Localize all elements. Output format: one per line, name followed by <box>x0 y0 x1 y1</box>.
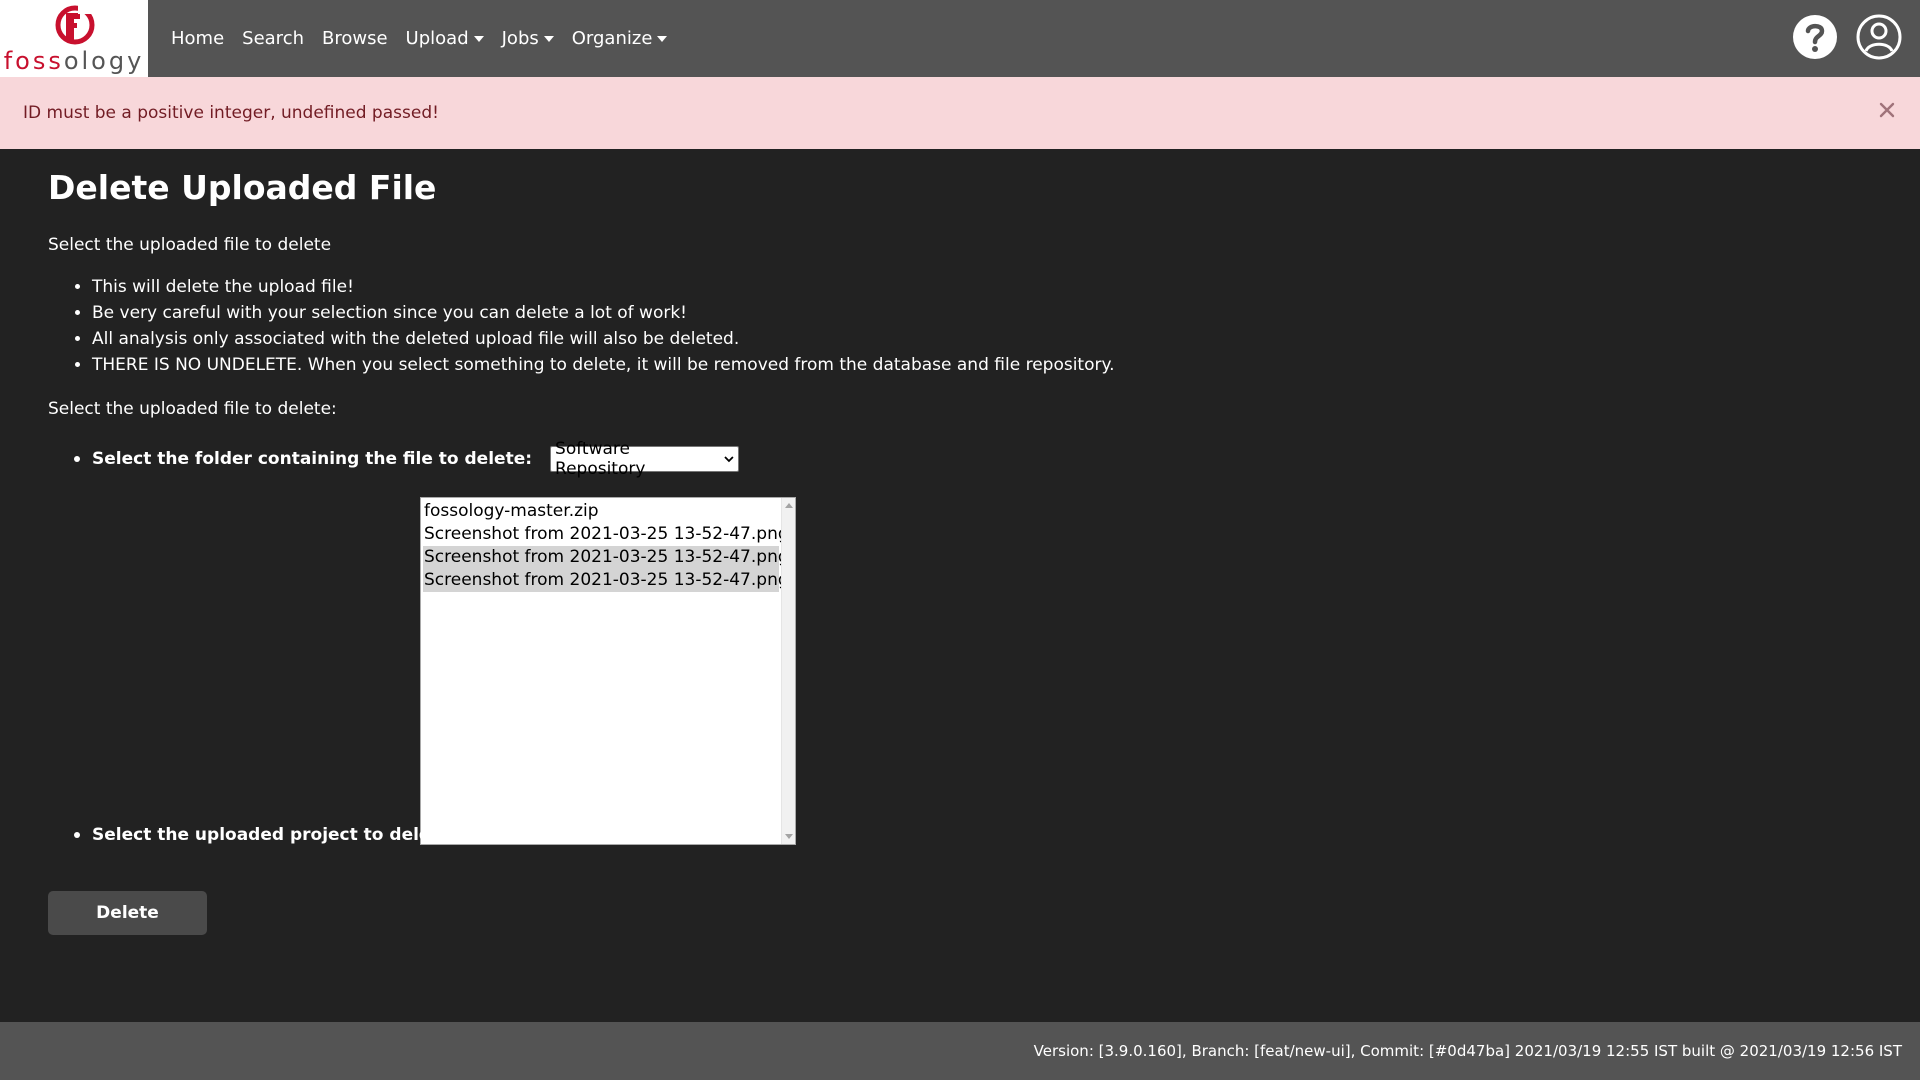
caret-down-icon <box>543 35 554 42</box>
help-icon[interactable] <box>1792 14 1838 64</box>
warning-item: THERE IS NO UNDELETE. When you select so… <box>92 352 1872 378</box>
close-icon[interactable] <box>1876 99 1898 121</box>
project-select-label: Select the uploaded project to delete: <box>92 825 457 845</box>
warning-item: Be very careful with your selection sinc… <box>92 300 1872 326</box>
folder-select-value: Software Repository <box>555 439 646 479</box>
fossology-logo[interactable]: fossology <box>0 0 148 77</box>
alert-message: ID must be a positive integer, undefined… <box>23 103 439 123</box>
warning-item: This will delete the upload file! <box>92 274 1872 300</box>
folder-select[interactable]: Software Repository <box>550 439 740 479</box>
main-content: Delete Uploaded File Select the uploaded… <box>48 168 1872 935</box>
footer: Version: [3.9.0.160], Branch: [feat/new-… <box>0 1022 1920 1080</box>
nav-jobs-dropdown[interactable]: Jobs <box>493 28 563 49</box>
upload-listbox[interactable]: fossology-master.zip Screenshot from 202… <box>420 497 796 845</box>
upload-option-selected[interactable]: Screenshot from 2021-03-25 13-52-47.png <box>423 546 789 569</box>
folder-select-label: Select the folder containing the file to… <box>92 449 533 469</box>
warning-list: This will delete the upload file! Be ver… <box>48 274 1872 378</box>
section-label: Select the uploaded file to delete: <box>48 399 337 419</box>
bullet-icon <box>74 456 80 462</box>
chevron-down-icon <box>724 456 734 463</box>
scroll-down-icon[interactable] <box>785 834 793 839</box>
folder-select-row: Select the folder containing the file to… <box>48 439 740 479</box>
project-select-row: Select the uploaded project to delete: <box>48 823 457 847</box>
upload-option[interactable]: fossology-master.zip <box>423 500 779 523</box>
nav-organize-dropdown[interactable]: Organize <box>563 28 677 49</box>
nav-home[interactable]: Home <box>162 28 233 49</box>
intro-text: Select the uploaded file to delete <box>48 235 332 255</box>
caret-down-icon <box>473 35 484 42</box>
upload-option-selected[interactable]: Screenshot from 2021-03-25 13-52-47.png <box>423 569 789 592</box>
fossology-logo-icon <box>55 4 96 44</box>
top-navbar: fossology Home Search Browse Upload Jobs… <box>0 0 1920 77</box>
user-account-icon[interactable] <box>1856 14 1902 64</box>
nav-search[interactable]: Search <box>233 28 313 49</box>
upload-options: fossology-master.zip Screenshot from 202… <box>421 498 795 592</box>
error-alert: ID must be a positive integer, undefined… <box>0 77 1920 149</box>
page-title: Delete Uploaded File <box>48 168 437 207</box>
listbox-scrollbar[interactable] <box>781 498 795 844</box>
nav-right-icons <box>1792 14 1902 64</box>
nav-upload-dropdown[interactable]: Upload <box>397 28 493 49</box>
version-info: Version: [3.9.0.160], Branch: [feat/new-… <box>1033 1042 1902 1060</box>
warning-item: All analysis only associated with the de… <box>92 326 1872 352</box>
nav-browse[interactable]: Browse <box>313 28 397 49</box>
upload-option[interactable]: Screenshot from 2021-03-25 13-52-47.png <box>423 523 789 546</box>
bullet-icon <box>74 832 80 838</box>
logo-wordmark: fossology <box>3 46 145 75</box>
main-nav: Home Search Browse Upload Jobs Organize <box>162 28 676 49</box>
caret-down-icon <box>657 35 668 42</box>
scroll-up-icon[interactable] <box>785 503 793 508</box>
delete-button[interactable]: Delete <box>48 891 207 935</box>
